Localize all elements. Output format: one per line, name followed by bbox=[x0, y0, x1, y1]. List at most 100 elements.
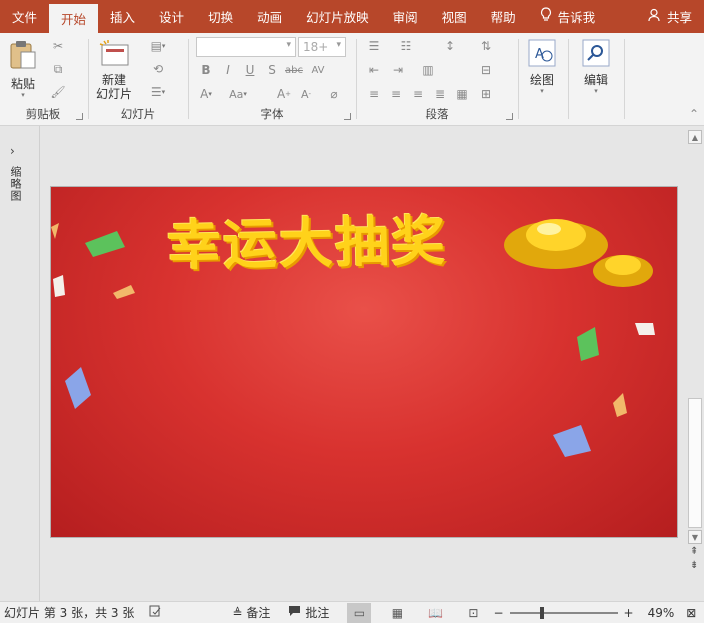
font-launcher-icon[interactable] bbox=[344, 113, 351, 120]
collapse-ribbon-icon[interactable]: ⌃ bbox=[684, 105, 704, 123]
bullets-icon[interactable]: ☰ bbox=[364, 37, 384, 55]
slides-group: 新建 幻灯片 ▤ ▾ ⟲ ☰ ▾ 幻灯片 bbox=[90, 33, 186, 125]
paste-dropdown-icon[interactable]: ▾ bbox=[21, 91, 25, 99]
tab-file[interactable]: 文件 bbox=[0, 0, 49, 33]
font-size-combobox[interactable]: 18+ bbox=[298, 37, 346, 57]
magnifier-icon bbox=[582, 39, 610, 70]
slides-group-label: 幻灯片 bbox=[120, 107, 156, 121]
scroll-down-icon[interactable]: ▼ bbox=[688, 530, 702, 544]
align-text-icon[interactable]: ⊟ bbox=[476, 61, 496, 79]
separator bbox=[568, 39, 569, 119]
cut-icon[interactable]: ✂ bbox=[48, 37, 68, 55]
shapes-icon: A bbox=[528, 39, 556, 70]
drawing-label: 绘图 bbox=[529, 73, 554, 87]
zoom-out-button[interactable]: − bbox=[493, 606, 503, 620]
zoom-level[interactable]: 49% bbox=[648, 606, 675, 620]
tab-help[interactable]: 帮助 bbox=[479, 0, 528, 33]
editing-button[interactable]: 编辑 ▾ bbox=[576, 39, 616, 95]
tab-transitions[interactable]: 切换 bbox=[196, 0, 245, 33]
paste-label: 粘贴 bbox=[10, 77, 35, 91]
ribbon: 粘贴 ▾ ✂ ⧉ 🖌 剪贴板 新建 幻灯片 ▤▾ ⟲ ☰▾ 幻灯片 字体 18+… bbox=[0, 33, 704, 126]
bold-icon[interactable]: B bbox=[196, 61, 216, 79]
decrease-indent-icon[interactable]: ⇤ bbox=[364, 61, 384, 79]
italic-icon[interactable]: I bbox=[218, 61, 238, 79]
shadow-icon[interactable]: S bbox=[262, 61, 282, 79]
lightbulb-icon bbox=[540, 7, 552, 26]
font-group-label: 字体 bbox=[260, 107, 284, 121]
grow-font-icon[interactable]: A + bbox=[274, 85, 294, 103]
fit-to-window-icon[interactable]: ⊠ bbox=[686, 606, 696, 620]
align-center-icon[interactable]: ≡ bbox=[386, 85, 406, 103]
align-left-icon[interactable]: ≡ bbox=[364, 85, 384, 103]
increase-indent-icon[interactable]: ⇥ bbox=[388, 61, 408, 79]
change-case-icon[interactable]: Aa ▾ bbox=[228, 85, 248, 103]
slide-sorter-view-icon[interactable]: ▦ bbox=[385, 603, 409, 623]
slideshow-view-icon[interactable]: ⊡ bbox=[461, 603, 485, 623]
tab-view[interactable]: 视图 bbox=[430, 0, 479, 33]
notes-label: 备注 bbox=[246, 606, 271, 620]
section-icon[interactable]: ☰ ▾ bbox=[148, 83, 168, 101]
slide-counter: 幻灯片 第 3 张，共 3 张 bbox=[4, 606, 135, 620]
underline-icon[interactable]: U bbox=[240, 61, 260, 79]
reset-slide-icon[interactable]: ⟲ bbox=[148, 60, 168, 78]
vertical-scrollbar[interactable]: ▲ ▼ ⇞ ⇟ bbox=[686, 126, 704, 601]
zoom-in-button[interactable]: + bbox=[624, 606, 634, 620]
expand-pane-icon[interactable]: › bbox=[10, 144, 15, 158]
scroll-thumb[interactable] bbox=[688, 398, 702, 528]
smartart-icon[interactable]: ⊞ bbox=[476, 85, 496, 103]
tell-me-label: 告诉我 bbox=[557, 10, 596, 25]
tab-home[interactable]: 开始 bbox=[49, 4, 99, 33]
new-slide-icon bbox=[98, 39, 130, 70]
zoom-slider-thumb[interactable] bbox=[539, 606, 544, 619]
paragraph-launcher-icon[interactable] bbox=[506, 113, 513, 120]
status-bar: 幻灯片 第 3 张，共 3 张 ≜ 备注 批注 ▭ ▦ 📖 ⊡ − + 49% … bbox=[0, 601, 704, 623]
tab-slideshow[interactable]: 幻灯片放映 bbox=[294, 0, 381, 33]
clipboard-group: 粘贴 ▾ ✂ ⧉ 🖌 剪贴板 bbox=[0, 33, 86, 125]
separator bbox=[188, 39, 189, 119]
slide-canvas[interactable]: 幸运大抽奖 bbox=[50, 186, 678, 538]
new-slide-label: 新建 幻灯片 bbox=[96, 73, 133, 101]
separator bbox=[88, 39, 89, 119]
clear-formatting-icon[interactable]: ⌀ bbox=[324, 85, 344, 103]
spelling-check-icon[interactable] bbox=[148, 604, 162, 621]
tab-insert[interactable]: 插入 bbox=[98, 0, 147, 33]
reading-view-icon[interactable]: 📖 bbox=[423, 603, 447, 623]
text-direction-icon[interactable]: ⇅ bbox=[476, 37, 496, 55]
strikethrough-icon[interactable]: abc bbox=[284, 61, 304, 79]
confetti-green bbox=[85, 231, 125, 257]
zoom-slider[interactable] bbox=[509, 606, 618, 619]
normal-view-icon[interactable]: ▭ bbox=[347, 602, 372, 623]
char-spacing-icon[interactable]: AV bbox=[308, 61, 328, 79]
drawing-button[interactable]: A 绘图 ▾ bbox=[522, 39, 562, 95]
next-slide-icon[interactable]: ⇟ bbox=[690, 560, 698, 571]
justify-icon[interactable]: ≣ bbox=[430, 85, 450, 103]
tab-design[interactable]: 设计 bbox=[147, 0, 196, 33]
paste-button[interactable]: 粘贴 ▾ bbox=[8, 39, 38, 99]
shrink-font-icon[interactable]: A- bbox=[296, 85, 316, 103]
thumbnail-pane: › 缩略图 bbox=[0, 126, 40, 601]
line-spacing-icon[interactable]: ↕ bbox=[440, 37, 460, 55]
columns-icon[interactable]: ▥ bbox=[418, 61, 438, 79]
font-color-icon[interactable]: A ▾ bbox=[196, 85, 216, 103]
confetti-white bbox=[53, 275, 65, 297]
copy-icon[interactable]: ⧉ bbox=[48, 60, 68, 78]
align-right-icon[interactable]: ≡ bbox=[408, 85, 428, 103]
previous-slide-icon[interactable]: ⇞ bbox=[690, 546, 698, 557]
tab-review[interactable]: 审阅 bbox=[381, 0, 430, 33]
tell-me-search[interactable]: 告诉我 bbox=[528, 0, 608, 33]
tab-animations[interactable]: 动画 bbox=[245, 0, 294, 33]
notes-button[interactable]: ≜ 备注 bbox=[232, 604, 270, 621]
new-slide-button[interactable]: 新建 幻灯片 bbox=[96, 39, 132, 101]
confetti-orange bbox=[51, 223, 59, 239]
font-name-combobox[interactable] bbox=[196, 37, 296, 57]
share-button[interactable]: 共享 bbox=[636, 0, 704, 33]
comments-button[interactable]: 批注 bbox=[288, 604, 329, 621]
ribbon-tab-bar: 文件 开始 插入 设计 切换 动画 幻灯片放映 审阅 视图 帮助 告诉我 共享 bbox=[0, 0, 704, 33]
paragraph-group-label: 段落 bbox=[425, 107, 449, 121]
layout-icon[interactable]: ▤ ▾ bbox=[148, 37, 168, 55]
scroll-up-icon[interactable]: ▲ bbox=[688, 130, 702, 144]
numbering-icon[interactable]: ☷ bbox=[396, 37, 416, 55]
format-painter-icon[interactable]: 🖌 bbox=[48, 83, 68, 101]
distributed-icon[interactable]: ▦ bbox=[452, 85, 472, 103]
clipboard-launcher-icon[interactable] bbox=[76, 113, 83, 120]
